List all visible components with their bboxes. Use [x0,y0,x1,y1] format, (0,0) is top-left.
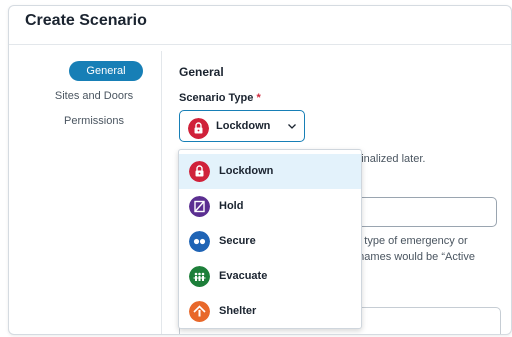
lock-icon [188,118,209,139]
scenario-type-select[interactable]: Lockdown [179,110,305,142]
nav-item-permissions[interactable]: Permissions [39,115,149,127]
dialog-title: Create Scenario [25,12,147,29]
option-hold[interactable]: Hold [179,189,361,224]
chevron-down-icon [286,119,298,137]
scenario-name-input[interactable] [349,197,497,227]
description-text-line-1: he type of emergency or [349,235,468,247]
option-lockdown[interactable]: Lockdown [179,154,361,189]
nav-separator [161,51,162,334]
option-label: Secure [219,235,256,247]
option-secure[interactable]: Secure [179,224,361,259]
scenario-type-dropdown: Lockdown Hold Secure Evacuate Shelter [178,149,362,329]
evacuate-icon [189,266,210,287]
scenario-type-label-text: Scenario Type [179,92,254,104]
option-label: Hold [219,200,244,212]
section-title: General [179,65,224,79]
header-divider [9,44,511,45]
option-label: Evacuate [219,270,268,282]
hold-icon [189,196,210,217]
shelter-icon [189,301,210,322]
secure-icon [189,231,210,252]
selected-scenario-type: Lockdown [216,120,271,132]
nav-item-sites-and-doors[interactable]: Sites and Doors [39,90,149,102]
option-label: Shelter [219,305,257,317]
option-shelter[interactable]: Shelter [179,294,361,328]
nav-item-general[interactable]: General [69,61,143,81]
create-scenario-dialog: Create Scenario General Sites and Doors … [8,5,512,335]
scenario-type-label: Scenario Type * [179,92,261,104]
required-marker: * [256,92,261,104]
option-label: Lockdown [219,165,274,177]
lock-icon [189,161,210,182]
description-text-line-2: d names would be “Active [349,251,475,263]
option-evacuate[interactable]: Evacuate [179,259,361,294]
